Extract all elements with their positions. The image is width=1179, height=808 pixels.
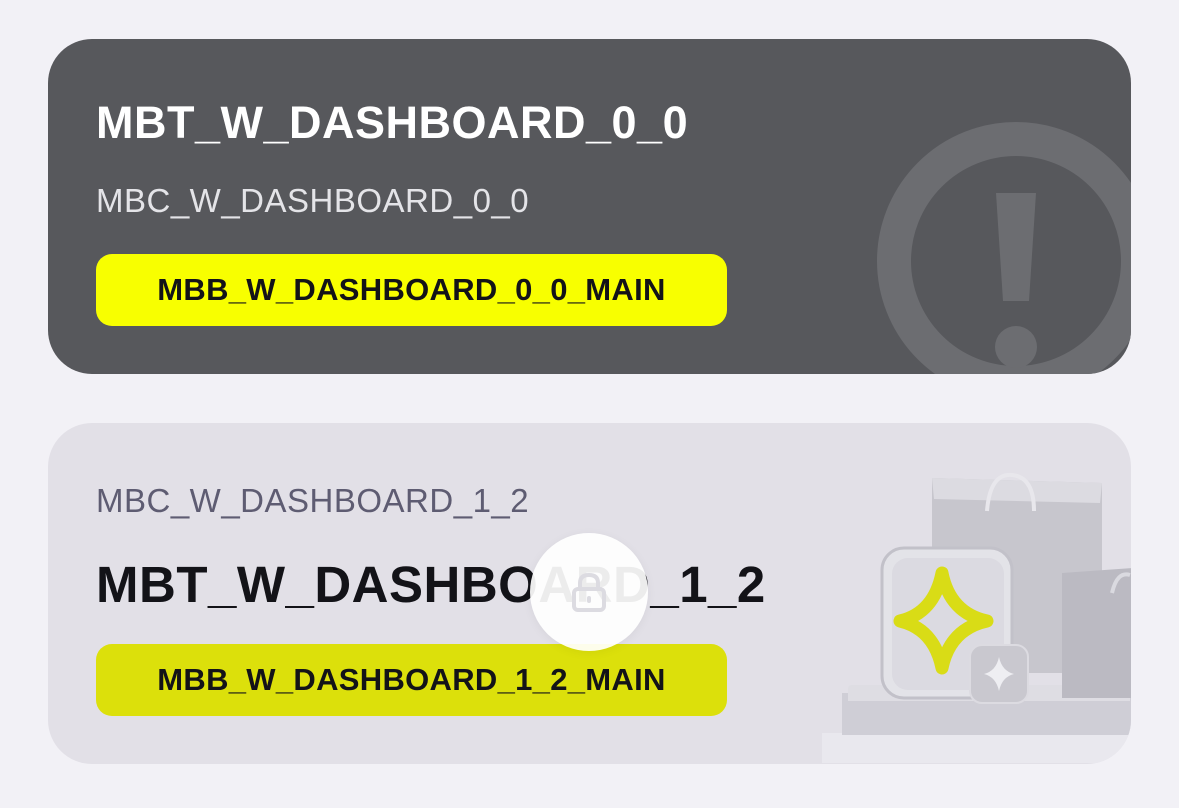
card-subtitle: MBC_W_DASHBOARD_0_0: [96, 182, 530, 219]
lock-badge[interactable]: [530, 533, 648, 651]
lock-icon: [572, 572, 606, 612]
card-title: MBT_W_DASHBOARD_1_2: [96, 556, 766, 613]
dashboard-card-1[interactable]: MBC_W_DASHBOARD_1_2 MBT_W_DASHBOARD_1_2 …: [48, 423, 1131, 764]
dashboard-card-0[interactable]: MBT_W_DASHBOARD_0_0 MBC_W_DASHBOARD_0_0 …: [48, 39, 1131, 374]
main-action-button[interactable]: MBB_W_DASHBOARD_0_0_MAIN: [96, 254, 727, 326]
exclamation-circle-icon: [877, 122, 1131, 374]
shopping-bags-sparkle-icon: [822, 472, 1131, 763]
card-title: MBT_W_DASHBOARD_0_0: [96, 97, 689, 148]
main-action-button[interactable]: MBB_W_DASHBOARD_1_2_MAIN: [96, 644, 727, 716]
card-subtitle: MBC_W_DASHBOARD_1_2: [96, 482, 530, 519]
